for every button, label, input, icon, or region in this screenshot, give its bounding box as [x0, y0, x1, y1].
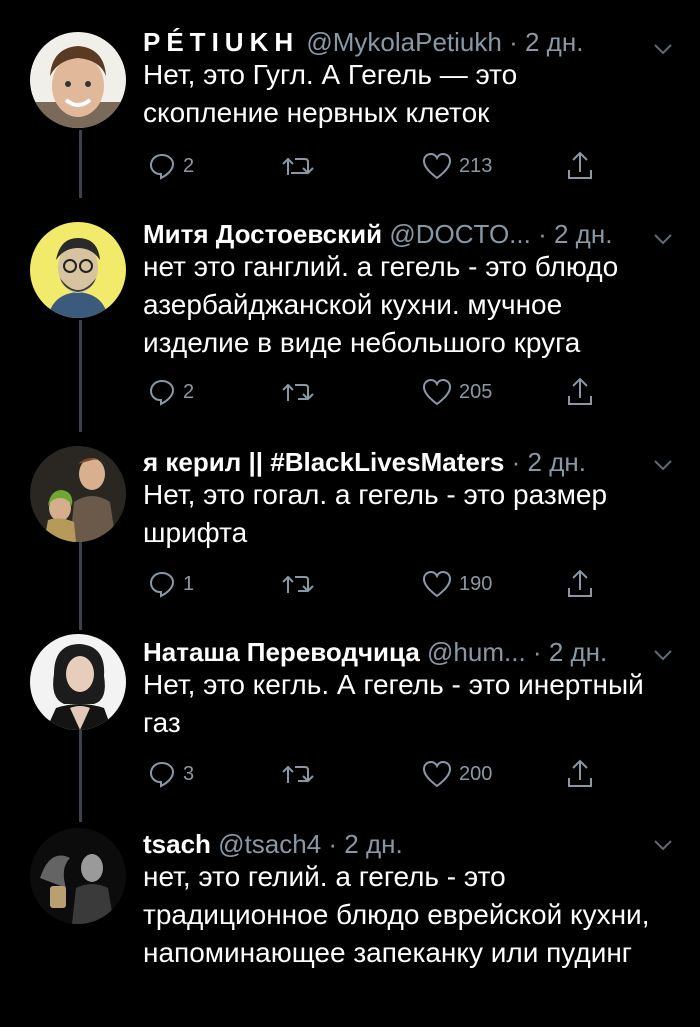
heart-icon [422, 760, 452, 788]
tweet-text: нет это ганглий. а гегель - это блюдо аз… [143, 251, 619, 358]
tweet[interactable]: Наташа Переводчица @hum... · 2 дн. Нет, … [0, 632, 700, 810]
author-handle[interactable]: @tsach4 [218, 829, 321, 859]
author-name[interactable]: я керил || #BlackLivesMaters [143, 447, 504, 477]
avatar[interactable] [30, 446, 126, 542]
reply-count: 3 [183, 762, 195, 785]
chevron-down-icon[interactable] [650, 226, 676, 252]
separator: · [511, 447, 521, 477]
tweet-text: нет, это гелий. а гегель - это традицион… [143, 861, 650, 968]
reply-icon [149, 571, 175, 598]
separator: · [328, 829, 338, 859]
reply-icon [149, 379, 175, 406]
like-button[interactable]: 205 [421, 372, 492, 412]
reply-button[interactable]: 3 [147, 754, 194, 794]
share-icon [568, 759, 592, 787]
timestamp[interactable]: 2 дн. [528, 447, 586, 477]
retweet-button[interactable] [281, 372, 315, 412]
avatar[interactable] [30, 828, 126, 924]
chevron-down-icon[interactable] [650, 642, 676, 668]
author-name[interactable]: PÉTIUKH [143, 27, 299, 57]
tweet-actions: 3 200 [143, 754, 640, 794]
tweet-actions: 2 213 [143, 146, 640, 186]
heart-icon [422, 570, 452, 598]
chevron-down-icon[interactable] [650, 36, 676, 62]
reply-count: 2 [183, 154, 195, 177]
reply-icon [149, 153, 175, 180]
share-button[interactable] [565, 754, 595, 794]
heart-icon [422, 378, 452, 406]
timestamp[interactable]: 2 дн. [549, 637, 607, 667]
reply-icon [149, 761, 175, 788]
separator: · [532, 637, 542, 667]
separator: · [509, 27, 518, 57]
separator: · [538, 219, 547, 249]
tweet[interactable]: я керил || #BlackLivesMaters · 2 дн. Нет… [0, 442, 700, 618]
retweet-icon [282, 157, 314, 175]
like-count: 205 [459, 380, 493, 403]
author-name[interactable]: Наташа Переводчица [143, 637, 420, 667]
reply-button[interactable]: 2 [147, 146, 194, 186]
tweet[interactable]: PÉTIUKH @MykolaPetiukh · 2 дн. Нет, это … [0, 22, 700, 202]
share-icon [568, 377, 592, 405]
timestamp[interactable]: 2 дн. [344, 829, 402, 859]
share-icon [568, 569, 592, 597]
avatar[interactable] [30, 634, 126, 730]
tweet-text: Нет, это Гугл. А Гегель — это скопление … [143, 59, 518, 128]
avatar[interactable] [30, 222, 126, 318]
share-button[interactable] [565, 372, 595, 412]
timestamp[interactable]: 2 дн. [525, 27, 583, 57]
author-name[interactable]: tsach [143, 829, 211, 859]
avatar[interactable] [30, 32, 126, 128]
chevron-down-icon[interactable] [650, 832, 676, 858]
tweet-actions: 2 205 [143, 372, 640, 412]
author-handle[interactable]: @DOCTO... [389, 219, 530, 249]
retweet-icon [282, 575, 314, 593]
author-handle[interactable]: @hum... [427, 637, 526, 667]
like-button[interactable]: 190 [421, 564, 492, 604]
share-button[interactable] [565, 146, 595, 186]
tweet-text: Нет, это кегль. А гегель - это инертный … [143, 669, 644, 738]
tweet-text: Нет, это гогал. а гегель - это размер шр… [143, 479, 608, 548]
like-count: 213 [459, 154, 493, 177]
author-name[interactable]: Митя Достоевский [143, 219, 382, 249]
retweet-button[interactable] [281, 146, 315, 186]
like-count: 200 [459, 762, 493, 785]
reply-count: 2 [183, 380, 195, 403]
reply-count: 1 [183, 572, 195, 595]
retweet-button[interactable] [281, 564, 315, 604]
like-button[interactable]: 200 [421, 754, 492, 794]
retweet-icon [282, 765, 314, 783]
tweet-actions: 1 190 [143, 564, 640, 604]
reply-button[interactable]: 2 [147, 372, 194, 412]
retweet-icon [282, 383, 314, 401]
share-button[interactable] [565, 564, 595, 604]
share-icon [568, 151, 592, 179]
like-button[interactable]: 213 [421, 146, 492, 186]
tweet[interactable]: Митя Достоевский @DOCTO... · 2 дн. нет э… [0, 214, 700, 428]
tweet[interactable]: tsach @tsach4 · 2 дн. нет, это гелий. а … [0, 824, 700, 1027]
timestamp[interactable]: 2 дн. [554, 219, 612, 249]
heart-icon [422, 152, 452, 180]
chevron-down-icon[interactable] [650, 452, 676, 478]
author-handle[interactable]: @MykolaPetiukh [306, 27, 501, 57]
retweet-button[interactable] [281, 754, 315, 794]
like-count: 190 [459, 572, 493, 595]
reply-button[interactable]: 1 [147, 564, 194, 604]
